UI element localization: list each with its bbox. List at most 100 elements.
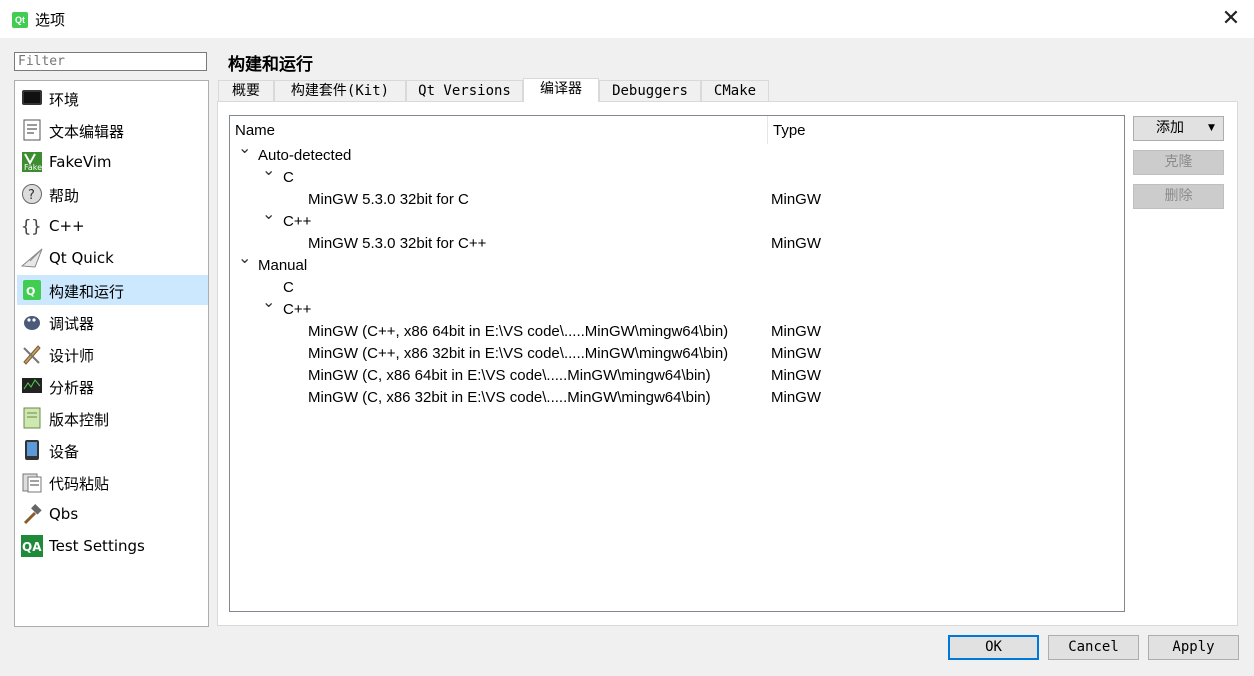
chevron-down-icon[interactable]: ⌄ — [262, 163, 275, 179]
sidebar-item-label: Test Settings — [49, 537, 145, 555]
chevron-down-icon[interactable]: ⌄ — [262, 295, 275, 311]
compiler-row[interactable]: MinGW 5.3.0 32bit for C MinGW — [230, 189, 1124, 211]
sidebar-item-label: FakeVim — [49, 153, 112, 171]
compiler-row[interactable]: MinGW 5.3.0 32bit for C++ MinGW — [230, 233, 1124, 255]
sidebar-item-label: Qt Quick — [49, 249, 114, 267]
tree-row-type: MinGW — [771, 389, 821, 406]
sidebar-item[interactable]: Qt Quick — [17, 243, 208, 273]
svg-text:Fake: Fake — [24, 163, 42, 172]
tree-row-type: MinGW — [771, 235, 821, 252]
tab[interactable]: Debuggers — [599, 80, 701, 101]
compiler-row[interactable]: MinGW (C, x86 32bit in E:\VS code\.....M… — [230, 387, 1124, 409]
tree-row-type: MinGW — [771, 323, 821, 340]
qt-app-icon: Qt — [12, 12, 28, 28]
help-icon: ? — [21, 183, 43, 205]
version-control-icon — [21, 407, 43, 429]
tree-row-label: C — [283, 169, 294, 186]
sidebar-item[interactable]: 代码粘贴 — [17, 467, 208, 497]
filter-input[interactable] — [14, 52, 207, 71]
sidebar-item[interactable]: 文本编辑器 — [17, 115, 208, 145]
clone-button[interactable]: 克隆 — [1133, 150, 1224, 175]
chevron-down-icon[interactable]: ⌄ — [238, 141, 251, 157]
sidebar-item[interactable]: 版本控制 — [17, 403, 208, 433]
column-header-name[interactable]: Name — [235, 122, 275, 139]
tab[interactable]: 概要 — [218, 80, 274, 101]
hammer-icon — [21, 503, 43, 525]
sidebar-item[interactable]: 环境 — [17, 83, 208, 113]
add-button[interactable]: 添加 ▼ — [1133, 116, 1224, 141]
column-header-type[interactable]: Type — [773, 122, 806, 139]
apply-button[interactable]: Apply — [1148, 635, 1239, 660]
sidebar-item[interactable]: Fake FakeVim — [17, 147, 208, 177]
sidebar-item[interactable]: 分析器 — [17, 371, 208, 401]
tab[interactable]: 编译器 — [523, 78, 599, 102]
close-icon[interactable]: ✕ — [1216, 4, 1246, 34]
category-list: 环境 文本编辑器 Fake FakeVim? 帮助 {} C++ Qt Quick Q 构建和运行… — [14, 80, 209, 627]
title-bar: Qt 选项 ✕ — [0, 0, 1254, 38]
bug-icon — [21, 311, 43, 333]
tree-row-label: MinGW (C++, x86 64bit in E:\VS code\....… — [308, 323, 729, 340]
tree-row-type: MinGW — [771, 191, 821, 208]
tree-row-label: C++ — [283, 301, 312, 318]
sidebar-item-label: 设计师 — [49, 347, 95, 365]
sidebar-item[interactable]: Q 构建和运行 — [17, 275, 208, 305]
dropdown-arrow-icon: ▼ — [1208, 123, 1215, 133]
tree-row-label: MinGW 5.3.0 32bit for C++ — [308, 235, 487, 252]
text-document-icon — [21, 119, 43, 141]
cancel-button[interactable]: Cancel — [1048, 635, 1139, 660]
tree-group-row[interactable]: C — [230, 277, 1124, 299]
sidebar-item[interactable]: QA Test Settings — [17, 531, 208, 561]
tree-row-label: MinGW (C, x86 64bit in E:\VS code\.....M… — [308, 367, 711, 384]
window-title: 选项 — [35, 11, 66, 29]
tree-group-row[interactable]: ⌄ Auto-detected — [230, 141, 1124, 167]
svg-text:QA: QA — [22, 540, 42, 554]
tree-group-row[interactable]: ⌄ Manual — [230, 251, 1124, 277]
sidebar-item[interactable]: 设计师 — [17, 339, 208, 369]
sidebar-item-label: 构建和运行 — [49, 283, 125, 301]
compiler-row[interactable]: MinGW (C, x86 64bit in E:\VS code\.....M… — [230, 365, 1124, 387]
sidebar-item[interactable]: Qbs — [17, 499, 208, 529]
chevron-down-icon[interactable]: ⌄ — [238, 251, 251, 267]
tree-row-label: MinGW (C++, x86 32bit in E:\VS code\....… — [308, 345, 729, 362]
compiler-row[interactable]: MinGW (C++, x86 32bit in E:\VS code\....… — [230, 343, 1124, 365]
sidebar-item[interactable]: {} C++ — [17, 211, 208, 241]
tree-row-label: C — [283, 279, 294, 296]
braces-icon: {} — [21, 215, 43, 237]
tab[interactable]: CMake — [701, 80, 769, 101]
sidebar-item-label: 环境 — [49, 91, 80, 109]
sidebar-item[interactable]: ? 帮助 — [17, 179, 208, 209]
page-title: 构建和运行 — [228, 55, 313, 75]
sidebar-item-label: 文本编辑器 — [49, 123, 125, 141]
build-run-icon: Q — [21, 279, 43, 301]
add-button-label: 添加 — [1156, 120, 1184, 136]
column-divider[interactable] — [767, 116, 768, 144]
sidebar-item-label: 调试器 — [49, 315, 95, 333]
sidebar-item[interactable]: 设备 — [17, 435, 208, 465]
tree-row-label: MinGW 5.3.0 32bit for C — [308, 191, 469, 208]
tree-row-type: MinGW — [771, 345, 821, 362]
sidebar-item-label: 帮助 — [49, 187, 80, 205]
chevron-down-icon[interactable]: ⌄ — [262, 207, 275, 223]
tree-group-row[interactable]: ⌄ C — [230, 163, 1124, 189]
tab[interactable]: 构建套件(Kit) — [274, 80, 406, 101]
tree-group-row[interactable]: ⌄ C++ — [230, 207, 1124, 233]
sidebar-item-label: 版本控制 — [49, 411, 110, 429]
svg-text:Q: Q — [26, 285, 35, 298]
sidebar-item-label: 代码粘贴 — [49, 475, 110, 493]
compiler-row[interactable]: MinGW (C++, x86 64bit in E:\VS code\....… — [230, 321, 1124, 343]
monitor-icon — [21, 87, 43, 109]
designer-icon — [21, 343, 43, 365]
compiler-tree[interactable]: Name Type ⌄ Auto-detected ⌄ C MinGW 5.3.0 32… — [229, 115, 1125, 612]
svg-text:{}: {} — [21, 217, 41, 237]
analyzer-icon — [21, 375, 43, 397]
tree-row-type: MinGW — [771, 367, 821, 384]
tree-row-label: Manual — [258, 257, 308, 274]
fakevim-icon: Fake — [21, 151, 43, 173]
paper-plane-icon — [20, 247, 43, 269]
remove-button[interactable]: 删除 — [1133, 184, 1224, 209]
ok-button[interactable]: OK — [948, 635, 1039, 660]
tab[interactable]: Qt Versions — [406, 80, 523, 101]
svg-text:?: ? — [28, 188, 35, 203]
tree-group-row[interactable]: ⌄ C++ — [230, 295, 1124, 321]
sidebar-item[interactable]: 调试器 — [17, 307, 208, 337]
